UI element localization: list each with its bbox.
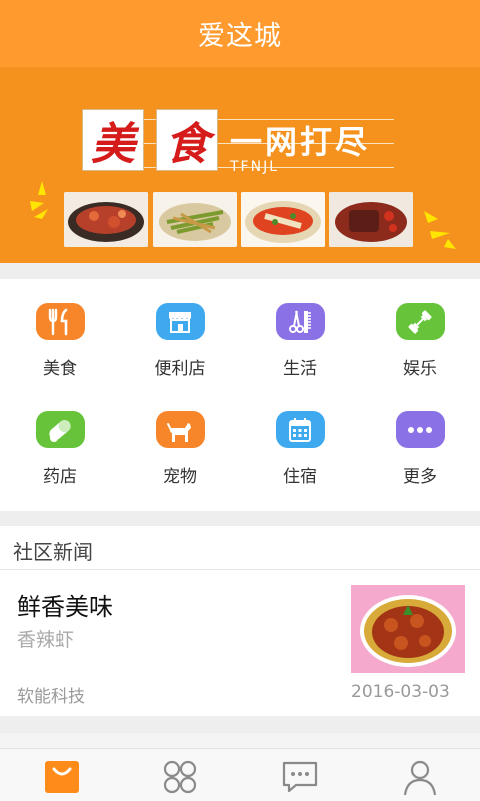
content-spacer <box>0 733 480 748</box>
category-food[interactable]: 美食 <box>0 279 120 379</box>
category-pet[interactable]: 宠物 <box>120 387 240 487</box>
category-label: 生活 <box>283 359 317 379</box>
category-label: 娱乐 <box>403 359 437 379</box>
news-item-date: 2016-03-03 <box>351 682 450 702</box>
news-section-title: 社区新闻 <box>13 540 93 564</box>
banner-subtitle: TFNJL <box>230 159 280 175</box>
more-icon <box>395 411 445 448</box>
shopping-bag-icon <box>45 761 79 793</box>
tab-messages[interactable] <box>280 757 320 797</box>
user-icon <box>403 760 437 796</box>
tab-profile[interactable] <box>400 757 440 797</box>
news-item-thumbnail <box>351 585 465 673</box>
banner-char-1: 美 <box>91 119 135 170</box>
knife-fork-icon <box>35 303 85 340</box>
community-news-section: 社区新闻 鲜香美味 香辣虾 软能科技 2016-03-03 <box>0 526 480 716</box>
pill-icon <box>35 411 85 448</box>
category-label: 更多 <box>403 467 437 487</box>
food-photo-2 <box>153 192 237 247</box>
banner-char-box-1: 美 <box>82 109 144 171</box>
dumbbell-icon <box>395 303 445 340</box>
food-photo-1 <box>64 192 148 247</box>
banner-slogan: 一网打尽 <box>230 123 371 161</box>
category-lodging[interactable]: 住宿 <box>240 387 360 487</box>
category-pharmacy[interactable]: 药店 <box>0 387 120 487</box>
category-entertainment[interactable]: 娱乐 <box>360 279 480 379</box>
banner-char-2: 食 <box>165 119 209 170</box>
category-label: 宠物 <box>163 467 197 487</box>
category-grid: 美食 便利店 生活 娱乐 药店 宠物 住宿 更多 <box>0 279 480 511</box>
message-icon <box>282 761 318 793</box>
dog-icon <box>155 411 205 448</box>
banner-char-box-2: 食 <box>156 109 218 171</box>
news-divider <box>0 569 480 570</box>
news-item-subtitle: 香辣虾 <box>17 629 75 651</box>
spark-right-icon <box>424 211 456 249</box>
bottom-tab-bar <box>0 748 480 801</box>
category-label: 住宿 <box>283 467 317 487</box>
tab-apps[interactable] <box>160 757 200 797</box>
spark-left-icon <box>30 181 48 219</box>
scissors-comb-icon <box>275 303 325 340</box>
app-header: 爱这城 <box>0 0 480 67</box>
news-item-title: 鲜香美味 <box>17 593 113 621</box>
food-photo-3 <box>241 192 325 247</box>
grid-apps-icon <box>163 760 197 794</box>
store-icon <box>155 303 205 340</box>
category-more[interactable]: 更多 <box>360 387 480 487</box>
calendar-icon <box>275 411 325 448</box>
app-title: 爱这城 <box>198 21 282 52</box>
category-label: 药店 <box>43 467 77 487</box>
category-store[interactable]: 便利店 <box>120 279 240 379</box>
category-label: 便利店 <box>154 359 206 379</box>
category-label: 美食 <box>43 359 77 379</box>
tab-shop[interactable] <box>42 757 82 797</box>
food-photo-4 <box>329 192 413 247</box>
news-item-source: 软能科技 <box>17 687 85 707</box>
category-life[interactable]: 生活 <box>240 279 360 379</box>
promo-banner[interactable]: 美 食 一网打尽 TFNJL <box>0 67 480 263</box>
